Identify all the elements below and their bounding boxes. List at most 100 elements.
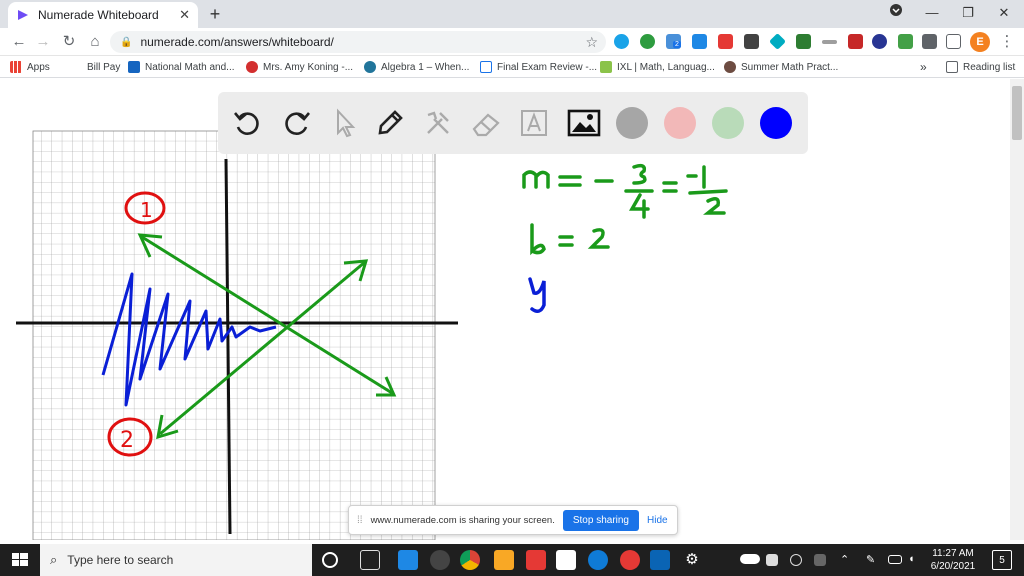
hide-button[interactable]: Hide	[647, 515, 668, 526]
reload-button[interactable]: ↻	[58, 31, 80, 53]
color-swatch-green[interactable]	[712, 107, 744, 139]
bookmark-mrs-amy-koning[interactable]: Mrs. Amy Koning -...	[246, 59, 353, 75]
taskbar-search-box[interactable]: ⌕ Type here to search	[40, 544, 312, 576]
url-text: numerade.com/answers/whiteboard/	[140, 35, 334, 49]
bookmark-apps[interactable]: Apps	[10, 59, 50, 75]
tray-icon-1[interactable]	[766, 554, 778, 566]
extensions-puzzle-icon[interactable]	[922, 34, 937, 49]
whiteboard-page: 1 2 m	[0, 79, 1024, 540]
bookmark-final-exam-review[interactable]: Final Exam Review -...	[480, 59, 597, 75]
ixl-icon	[600, 61, 612, 73]
x-icon	[128, 61, 140, 73]
extension-icon-10[interactable]	[898, 34, 913, 49]
extension-icon-6[interactable]	[744, 34, 759, 49]
forward-button[interactable]: →	[32, 31, 54, 53]
tab-strip: Numerade Whiteboard ✕ + — ❐ ✕	[0, 0, 1024, 28]
cortana-icon[interactable]	[322, 552, 338, 568]
tray-icon-2[interactable]	[790, 554, 802, 566]
tools-icon[interactable]	[420, 105, 456, 141]
back-button[interactable]: ←	[8, 31, 30, 53]
bookmark-summer-math[interactable]: Summer Math Pract...	[724, 59, 838, 75]
file-explorer-icon[interactable]	[494, 550, 514, 570]
pdf-extension-icon[interactable]	[848, 34, 863, 49]
bookmark-label: Summer Math Pract...	[741, 61, 839, 73]
tray-icon-3[interactable]	[814, 554, 826, 566]
home-button[interactable]: ⌂	[84, 31, 106, 53]
extension-icon-1[interactable]	[614, 34, 629, 49]
browser-tab[interactable]: Numerade Whiteboard ✕	[8, 2, 198, 28]
stop-sharing-button[interactable]: Stop sharing	[562, 509, 639, 531]
app-circle-icon[interactable]	[430, 550, 450, 570]
extension-icon-3[interactable]: 2	[666, 34, 681, 49]
app-red-icon[interactable]	[620, 550, 640, 570]
extension-icon-8[interactable]	[796, 34, 811, 49]
redo-icon[interactable]	[278, 105, 314, 141]
color-swatch-gray[interactable]	[616, 107, 648, 139]
pen-workspace-icon[interactable]: ✎	[866, 553, 886, 573]
pen-icon[interactable]	[372, 105, 408, 141]
app-icon[interactable]	[526, 550, 546, 570]
undo-icon[interactable]	[230, 105, 266, 141]
bookmark-label: Final Exam Review -...	[497, 61, 598, 73]
store-icon[interactable]	[556, 550, 576, 570]
page-icon	[70, 61, 82, 73]
new-tab-button[interactable]: +	[204, 3, 226, 25]
tab-close-icon[interactable]: ✕	[179, 7, 190, 23]
reading-list-button[interactable]: Reading list	[946, 59, 1015, 75]
outlook-icon[interactable]	[650, 550, 670, 570]
doc-icon	[480, 61, 492, 73]
onedrive-icon[interactable]	[740, 554, 760, 564]
windows-start-icon[interactable]	[0, 544, 40, 576]
profile-avatar[interactable]: E	[970, 32, 990, 52]
close-window-button[interactable]: ✕	[986, 0, 1022, 28]
circle-label-2-text: 2	[120, 428, 134, 453]
bookmark-national-math[interactable]: National Math and...	[128, 59, 235, 75]
whiteboard-toolbar	[218, 92, 808, 154]
bookmark-ixl[interactable]: IXL | Math, Languag...	[600, 59, 715, 75]
settings-gear-icon[interactable]: ⚙	[682, 550, 702, 570]
eraser-icon[interactable]	[468, 105, 504, 141]
scrollbar-thumb[interactable]	[1012, 86, 1022, 140]
extension-icon-7[interactable]	[769, 33, 786, 50]
color-swatch-pink[interactable]	[664, 107, 696, 139]
cast-icon[interactable]	[946, 34, 961, 49]
color-swatch-blue[interactable]	[760, 107, 792, 139]
bookmarks-more-button[interactable]: »	[920, 59, 927, 75]
tab-search-icon[interactable]	[878, 0, 914, 28]
bookmark-label: IXL | Math, Languag...	[617, 61, 715, 73]
extension-icon-5[interactable]	[718, 34, 733, 49]
bookmark-bill-pay[interactable]: Bill Pay	[70, 59, 120, 75]
text-tool-icon[interactable]	[516, 105, 552, 141]
show-hidden-icons-icon[interactable]: ⌃	[840, 553, 860, 573]
drag-handle-icon[interactable]: ⁞⁞	[357, 515, 363, 526]
minimize-button[interactable]: —	[914, 0, 950, 28]
bookmark-star-icon[interactable]: ☆	[585, 34, 606, 51]
sharing-message: www.numerade.com is sharing your screen.	[370, 514, 555, 526]
task-view-icon[interactable]	[360, 550, 380, 570]
system-clock[interactable]: 11:27 AM 6/20/2021	[924, 547, 982, 573]
browser-toolbar: ← → ↻ ⌂ 🔒 numerade.com/answers/whiteboar…	[0, 28, 1024, 56]
bookmark-label: Mrs. Amy Koning -...	[263, 61, 354, 73]
reading-list-label: Reading list	[963, 61, 1016, 73]
tab-title: Numerade Whiteboard	[38, 8, 159, 22]
extension-icon-4[interactable]	[692, 34, 707, 49]
image-tool-icon[interactable]	[566, 105, 602, 141]
windows-taskbar: ⌕ Type here to search ⚙ ⌃ ✎ ◖ 11:27 AM 6…	[0, 544, 1024, 576]
mail-icon[interactable]	[398, 550, 418, 570]
address-bar[interactable]: 🔒 numerade.com/answers/whiteboard/ ☆	[110, 31, 606, 53]
menu-icon[interactable]: ⋮	[996, 31, 1018, 53]
bookmark-label: National Math and...	[145, 61, 235, 73]
clock-time: 11:27 AM	[932, 548, 974, 559]
select-cursor-icon[interactable]	[326, 105, 362, 141]
extension-icon-2[interactable]	[640, 34, 655, 49]
restore-button[interactable]: ❐	[950, 0, 986, 28]
battery-icon[interactable]	[888, 555, 902, 564]
notifications-icon[interactable]: 5	[992, 550, 1012, 570]
page-scrollbar[interactable]	[1010, 79, 1024, 540]
k-extension-icon[interactable]	[872, 34, 887, 49]
chrome-icon[interactable]	[460, 550, 480, 570]
site-icon	[724, 61, 736, 73]
extension-icon-9[interactable]	[822, 40, 837, 44]
bookmark-algebra-1[interactable]: Algebra 1 – When...	[364, 59, 469, 75]
edge-icon[interactable]	[588, 550, 608, 570]
